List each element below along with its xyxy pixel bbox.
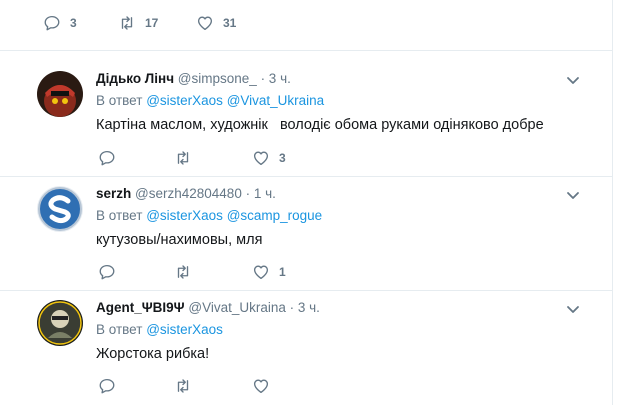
retweet-icon <box>121 16 133 30</box>
reply-prefix: В ответ <box>96 93 143 108</box>
retweet-action[interactable] <box>174 377 201 395</box>
avatar[interactable] <box>37 186 83 232</box>
mention-link[interactable]: @sisterXaos <box>146 322 223 337</box>
like-action[interactable]: 1 <box>252 263 286 281</box>
tweet-text: кутузовы/нахимовы, мля <box>96 232 263 248</box>
like-count: 1 <box>279 265 286 279</box>
reply-action[interactable] <box>98 149 125 167</box>
reply-context: В ответ @sisterXaos @scamp_rogue <box>96 208 322 223</box>
display-name[interactable]: Дідько Лінч <box>96 71 174 86</box>
reply-prefix: В ответ <box>96 322 143 337</box>
tweet-time[interactable]: · 3 ч. <box>290 300 320 315</box>
tweet-time[interactable]: · 3 ч. <box>261 71 291 86</box>
reply-prefix: В ответ <box>96 208 143 223</box>
retweet-action[interactable]: 17 <box>118 14 158 32</box>
like-action[interactable] <box>252 377 279 395</box>
chevron-down-icon[interactable] <box>565 187 581 203</box>
retweet-icon <box>177 379 189 393</box>
heart-icon <box>253 379 269 394</box>
reply-context: В ответ @sisterXaos <box>96 322 223 337</box>
avatar[interactable] <box>37 300 83 346</box>
parent-tweet-actions: 3 17 31 <box>0 0 612 51</box>
tweet-header: serzh @serzh42804480 · 1 ч. <box>96 186 276 201</box>
like-count: 31 <box>223 16 237 30</box>
tweet[interactable]: Дідько Лінч @simpsone_ · 3 ч. В ответ @s… <box>0 62 612 177</box>
mention-link[interactable]: @sisterXaos <box>146 93 223 108</box>
chevron-down-icon[interactable] <box>565 301 581 317</box>
display-name[interactable]: serzh <box>96 186 131 201</box>
retweet-action[interactable] <box>174 149 201 167</box>
user-handle[interactable]: @Vivat_Ukraina <box>188 300 286 315</box>
retweet-action[interactable] <box>174 263 201 281</box>
user-handle[interactable]: @simpsone_ <box>178 71 257 86</box>
tweet-header: Дідько Лінч @simpsone_ · 3 ч. <box>96 71 291 86</box>
like-count: 3 <box>279 151 286 165</box>
mention-link[interactable]: @scamp_rogue <box>227 208 323 223</box>
display-name[interactable]: Agent_ΨBI9Ψ <box>96 300 185 315</box>
tweet-text: Жорстока рибка! <box>96 346 210 362</box>
like-action[interactable]: 3 <box>252 149 286 167</box>
tweet-time[interactable]: · 1 ч. <box>246 186 276 201</box>
tweet-text: Картіна маслом, художнік володіє обома р… <box>96 117 544 133</box>
retweet-count: 17 <box>145 16 159 30</box>
user-handle[interactable]: @serzh42804480 <box>135 186 242 201</box>
mention-link[interactable]: @sisterXaos <box>146 208 223 223</box>
reply-icon <box>44 15 60 31</box>
timeline-right-border <box>612 0 613 405</box>
reply-icon <box>99 264 115 280</box>
heart-icon <box>253 265 269 280</box>
heart-icon <box>197 16 213 31</box>
tweet[interactable]: Agent_ΨBI9Ψ @Vivat_Ukraina · 3 ч. В отве… <box>0 291 612 405</box>
reply-action[interactable] <box>98 263 125 281</box>
mention-link[interactable]: @Vivat_Ukraina <box>227 93 325 108</box>
retweet-icon <box>177 265 189 279</box>
reply-action[interactable] <box>98 377 125 395</box>
heart-icon <box>253 151 269 166</box>
reply-icon <box>99 378 115 394</box>
avatar[interactable] <box>37 71 83 117</box>
retweet-icon <box>177 151 189 165</box>
reply-context: В ответ @sisterXaos @Vivat_Ukraina <box>96 93 324 108</box>
reply-count: 3 <box>70 16 77 30</box>
tweet-header: Agent_ΨBI9Ψ @Vivat_Ukraina · 3 ч. <box>96 300 320 315</box>
like-action[interactable]: 31 <box>196 14 236 32</box>
tweet[interactable]: serzh @serzh42804480 · 1 ч. В ответ @sis… <box>0 177 612 291</box>
chevron-down-icon[interactable] <box>565 72 581 88</box>
reply-action[interactable]: 3 <box>43 14 77 32</box>
reply-icon <box>99 150 115 166</box>
